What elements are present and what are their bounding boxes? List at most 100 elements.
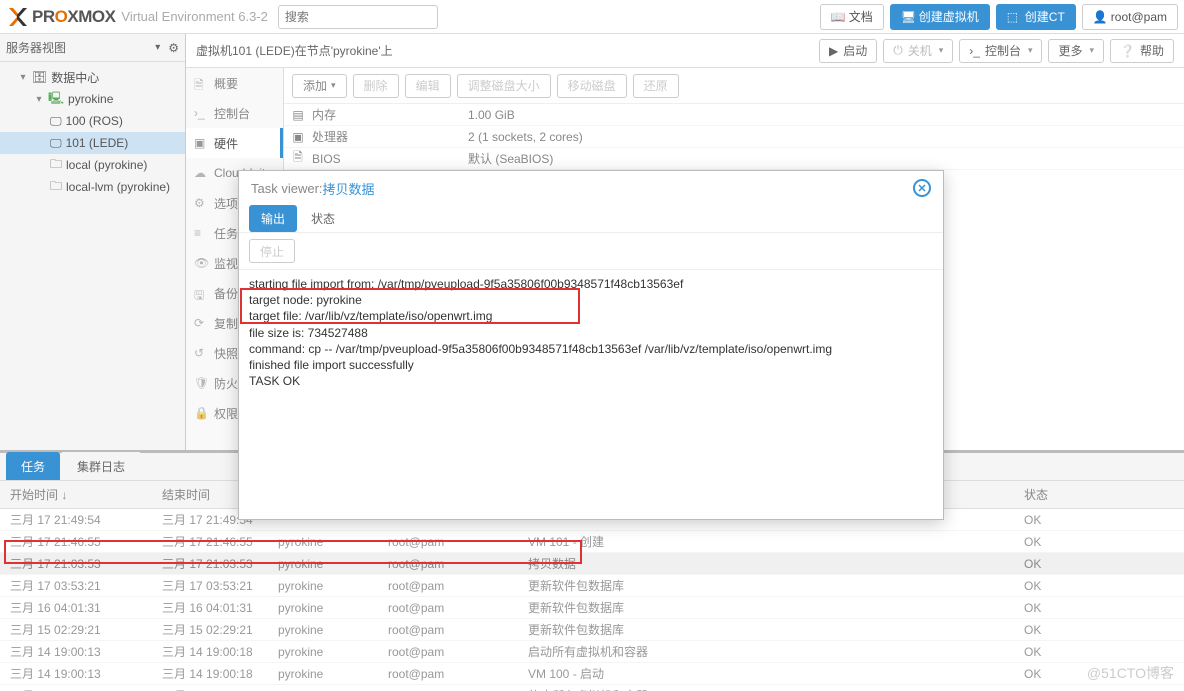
server-icon: 🗄 xyxy=(32,70,47,84)
hw-row-bios[interactable]: 🗎BIOS默认 (SeaBIOS) xyxy=(284,148,1184,170)
help-button[interactable]: ❔帮助 xyxy=(1110,39,1174,63)
chevron-down-icon: ▾ xyxy=(1090,45,1095,56)
search-input[interactable] xyxy=(278,5,438,29)
tree-datacenter[interactable]: ▾🗄数据中心 xyxy=(0,66,185,88)
cpu-icon: ▣ xyxy=(284,130,312,144)
console-button[interactable]: ›_控制台▾ xyxy=(959,39,1042,63)
logo-icon xyxy=(6,5,30,29)
tab-label: 概要 xyxy=(214,75,238,92)
user-icon: 👤 xyxy=(1093,10,1106,23)
task-viewer-dialog: Task viewer: 拷贝数据 ✕ 输出 状态 停止 starting fi… xyxy=(238,170,944,520)
tree-vm-101[interactable]: 🖵101 (LEDE) xyxy=(0,132,185,154)
tab-label: 快照 xyxy=(214,345,238,362)
start-label: 启动 xyxy=(843,42,867,59)
move-button[interactable]: 移动磁盘 xyxy=(557,74,627,98)
gear-icon[interactable]: ⚙ xyxy=(168,41,179,55)
power-icon: ⏻ xyxy=(893,43,903,58)
sync-icon: ⟳ xyxy=(194,316,208,330)
cube-icon: ⬚ xyxy=(1007,10,1020,23)
help-label: 帮助 xyxy=(1140,42,1164,59)
col-status[interactable]: 状态 xyxy=(1024,486,1184,503)
user-label: root@pam xyxy=(1111,10,1167,24)
expand-icon[interactable]: ▾ xyxy=(34,94,44,105)
tree-vm-100[interactable]: 🖵100 (ROS) xyxy=(0,110,185,132)
hw-row-cpu[interactable]: ▣处理器2 (1 sockets, 2 cores) xyxy=(284,126,1184,148)
dialog-tab-output[interactable]: 输出 xyxy=(249,205,297,232)
tree-label: 101 (LEDE) xyxy=(66,136,129,150)
notes-icon: 🗎 xyxy=(194,76,208,90)
tab-hardware[interactable]: ▣硬件 xyxy=(186,128,283,158)
log-tab-cluster[interactable]: 集群日志 xyxy=(62,452,140,480)
dialog-header[interactable]: Task viewer: 拷贝数据 ✕ xyxy=(239,171,943,205)
more-button[interactable]: 更多▾ xyxy=(1048,39,1104,63)
log-tab-tasks[interactable]: 任务 xyxy=(6,452,60,480)
vm-icon: 🖵 xyxy=(50,114,62,129)
log-row[interactable]: 三月 14 17:57:16三月 14 17:57:21pyrokineroot… xyxy=(0,685,1184,691)
history-icon: ↺ xyxy=(194,346,208,360)
tree-node-pyrokine[interactable]: ▾🖳pyrokine xyxy=(0,88,185,110)
tab-console[interactable]: ›_控制台 xyxy=(186,98,283,128)
resource-tree: ▾🗄数据中心 ▾🖳pyrokine 🖵100 (ROS) 🖵101 (LEDE)… xyxy=(0,62,185,450)
close-icon: ✕ xyxy=(917,182,926,195)
log-row[interactable]: 三月 17 03:53:21三月 17 03:53:21pyrokineroot… xyxy=(0,575,1184,597)
hw-val: 1.00 GiB xyxy=(468,108,515,122)
terminal-icon: ›_ xyxy=(194,106,208,120)
revert-button[interactable]: 还原 xyxy=(633,74,679,98)
sidebar: 服务器视图 ▾ ⚙ ▾🗄数据中心 ▾🖳pyrokine 🖵100 (ROS) 🖵… xyxy=(0,34,186,450)
add-label: 添加 xyxy=(303,77,327,94)
log-row[interactable]: 三月 14 19:00:13三月 14 19:00:18pyrokineroot… xyxy=(0,641,1184,663)
tree-storage-locallvm[interactable]: 🗀local-lvm (pyrokine) xyxy=(0,176,185,198)
log-row[interactable]: 三月 14 19:00:13三月 14 19:00:18pyrokineroot… xyxy=(0,663,1184,685)
terminal-icon: ›_ xyxy=(969,44,980,58)
edit-button[interactable]: 编辑 xyxy=(405,74,451,98)
chevron-down-icon: ▾ xyxy=(155,42,160,53)
panel-toolbar: 添加▾ 删除 编辑 调整磁盘大小 移动磁盘 还原 xyxy=(284,68,1184,104)
dialog-title-pre: Task viewer: xyxy=(251,181,323,196)
hw-row-memory[interactable]: ▤内存1.00 GiB xyxy=(284,104,1184,126)
view-selector[interactable]: 服务器视图 ▾ ⚙ xyxy=(0,34,185,62)
tab-label: 复制 xyxy=(214,315,238,332)
close-button[interactable]: ✕ xyxy=(913,179,931,197)
resize-button[interactable]: 调整磁盘大小 xyxy=(457,74,551,98)
tree-storage-local[interactable]: 🗀local (pyrokine) xyxy=(0,154,185,176)
brand-post: XMOX xyxy=(67,7,115,27)
add-button[interactable]: 添加▾ xyxy=(292,74,347,98)
play-icon: ▶ xyxy=(829,44,838,58)
shield-icon: 🛡 xyxy=(194,376,208,390)
create-vm-button[interactable]: 🖥创建虚拟机 xyxy=(890,4,990,30)
watermark: @51CTO博客 xyxy=(1087,663,1174,683)
brand-text: PROXMOX xyxy=(32,7,115,27)
tab-summary[interactable]: 🗎 概要 xyxy=(186,68,283,98)
hw-val: 2 (1 sockets, 2 cores) xyxy=(468,130,583,144)
book-icon: 📖 xyxy=(831,10,844,23)
console-label: 控制台 xyxy=(985,42,1021,59)
list-icon: ≡ xyxy=(194,226,208,240)
docs-button[interactable]: 📖 文档 xyxy=(820,4,884,30)
create-vm-label: 创建虚拟机 xyxy=(919,8,979,25)
log-row[interactable]: 三月 16 04:01:31三月 16 04:01:31pyrokineroot… xyxy=(0,597,1184,619)
log-row[interactable]: 三月 17 21:03:53三月 17 21:03:53pyrokineroot… xyxy=(0,553,1184,575)
docs-label: 文档 xyxy=(849,8,873,25)
output-text: starting file import from: /var/tmp/pveu… xyxy=(239,270,943,519)
start-button[interactable]: ▶ 启动 xyxy=(819,39,877,63)
col-start[interactable]: 开始时间 ↓ xyxy=(0,486,162,503)
tab-label: 备份 xyxy=(214,285,238,302)
dialog-tabs: 输出 状态 xyxy=(239,205,943,233)
tree-label: pyrokine xyxy=(68,92,113,106)
log-row[interactable]: 三月 17 21:46:55三月 17 21:46:55pyrokineroot… xyxy=(0,531,1184,553)
storage-icon: 🗀 xyxy=(50,155,62,176)
chevron-down-icon: ▾ xyxy=(939,45,944,56)
top-bar: PROXMOX Virtual Environment 6.3-2 📖 文档 🖥创… xyxy=(0,0,1184,34)
create-ct-button[interactable]: ⬚创建CT xyxy=(996,4,1076,30)
log-row[interactable]: 三月 15 02:29:21三月 15 02:29:21pyrokineroot… xyxy=(0,619,1184,641)
env-label: Virtual Environment 6.3-2 xyxy=(121,9,267,24)
log-body: 三月 17 21:49:54三月 17 21:49:54OK三月 17 21:4… xyxy=(0,509,1184,691)
storage-icon: 🗀 xyxy=(50,177,62,198)
remove-button[interactable]: 删除 xyxy=(353,74,399,98)
expand-icon[interactable]: ▾ xyxy=(18,72,28,83)
shutdown-label: 关机 xyxy=(908,42,932,59)
dialog-tab-status[interactable]: 状态 xyxy=(299,205,347,232)
shutdown-button[interactable]: ⏻ 关机 ▾ xyxy=(883,39,953,63)
user-menu[interactable]: 👤 root@pam xyxy=(1082,4,1178,30)
stop-button[interactable]: 停止 xyxy=(249,239,295,263)
